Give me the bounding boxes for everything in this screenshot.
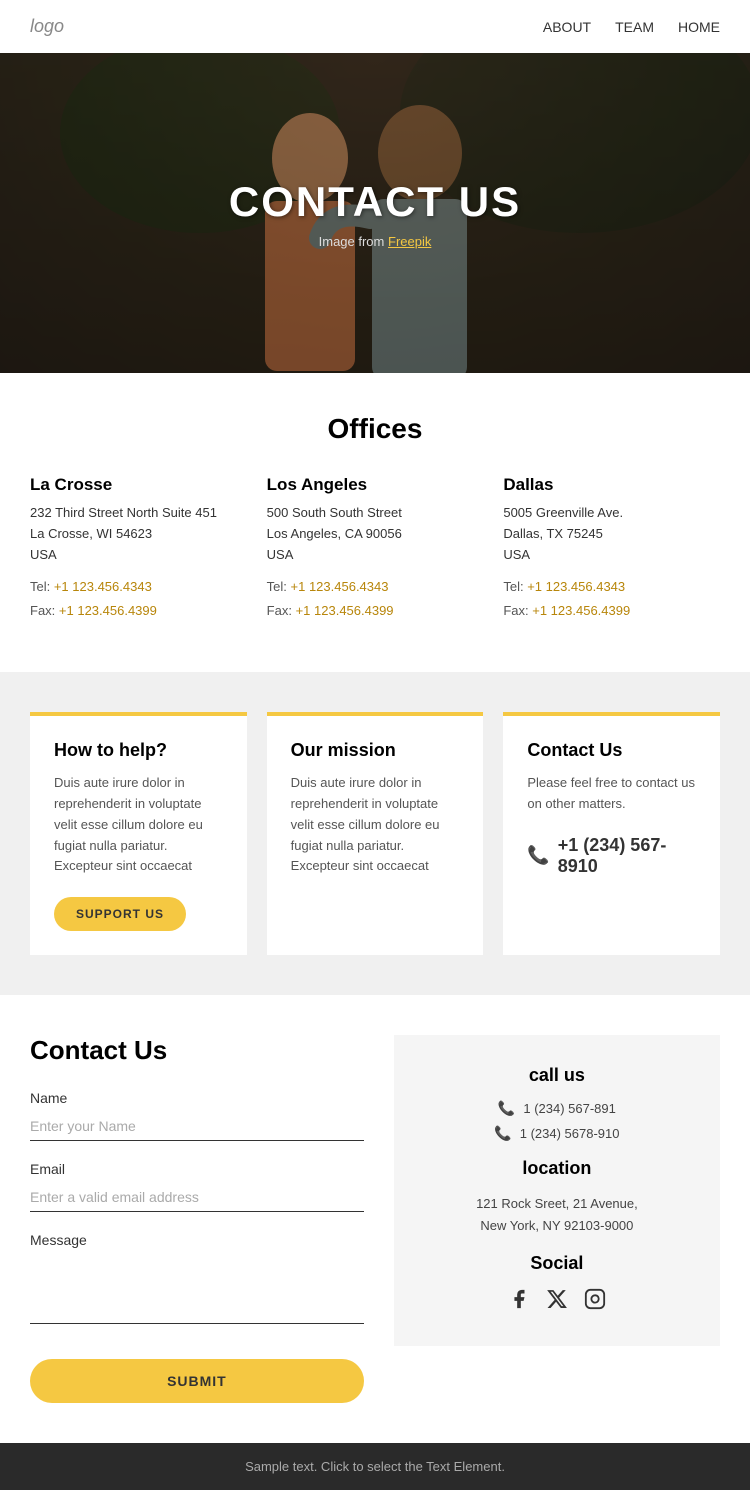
hero-image-credit: Image from (319, 234, 385, 249)
info-card-contact-text: Please feel free to contact us on other … (527, 773, 696, 815)
info-card-help-title: How to help? (54, 740, 223, 761)
nav-about[interactable]: ABOUT (543, 19, 591, 35)
navbar: logo ABOUT TEAM HOME (0, 0, 750, 53)
phone-item-1: 📞 1 (234) 567-891 (418, 1100, 696, 1117)
submit-button[interactable]: SUBMIT (30, 1359, 364, 1403)
phone-icon-2: 📞 (494, 1125, 511, 1142)
logo: logo (30, 16, 64, 37)
office-losangeles-address: 500 South South StreetLos Angeles, CA 90… (267, 503, 484, 565)
message-label: Message (30, 1232, 364, 1248)
info-card-contact: Contact Us Please feel free to contact u… (503, 712, 720, 955)
office-dallas-fax[interactable]: +1 123.456.4399 (532, 603, 630, 618)
office-lacrosse-name: La Crosse (30, 475, 247, 495)
name-input[interactable] (30, 1112, 364, 1141)
office-dallas-tel[interactable]: +1 123.456.4343 (527, 579, 625, 594)
instagram-icon[interactable] (584, 1288, 606, 1316)
info-cards-grid: How to help? Duis aute irure dolor in re… (30, 712, 720, 955)
offices-section: Offices La Crosse 232 Third Street North… (0, 373, 750, 652)
hero-image-source[interactable]: Freepik (388, 234, 431, 249)
info-card-mission: Our mission Duis aute irure dolor in rep… (267, 712, 484, 955)
office-dallas-address: 5005 Greenville Ave.Dallas, TX 75245USA (503, 503, 720, 565)
office-losangeles-name: Los Angeles (267, 475, 484, 495)
footer: Sample text. Click to select the Text El… (0, 1443, 750, 1490)
nav-links: ABOUT TEAM HOME (543, 19, 720, 35)
info-card-contact-title: Contact Us (527, 740, 696, 761)
hero-title: CONTACT US (229, 178, 521, 226)
hero-section: CONTACT US Image from Freepik (0, 53, 750, 373)
nav-home[interactable]: HOME (678, 19, 720, 35)
social-icons (418, 1288, 696, 1316)
office-dallas: Dallas 5005 Greenville Ave.Dallas, TX 75… (503, 475, 720, 622)
message-form-group: Message (30, 1232, 364, 1329)
contact-form-column: Contact Us Name Email Message SUBMIT (30, 1035, 364, 1403)
offices-title: Offices (30, 413, 720, 445)
footer-text: Sample text. Click to select the Text El… (16, 1459, 734, 1474)
info-card-phone: 📞 +1 (234) 567-8910 (527, 835, 696, 877)
phone-item-2: 📞 1 (234) 5678-910 (418, 1125, 696, 1142)
office-dallas-name: Dallas (503, 475, 720, 495)
address-line1: 121 Rock Sreet, 21 Avenue, (476, 1196, 638, 1211)
name-form-group: Name (30, 1090, 364, 1141)
office-lacrosse: La Crosse 232 Third Street North Suite 4… (30, 475, 247, 622)
phone-icon-1: 📞 (498, 1100, 515, 1117)
office-lacrosse-fax[interactable]: +1 123.456.4399 (59, 603, 157, 618)
email-form-group: Email (30, 1161, 364, 1212)
message-textarea[interactable] (30, 1254, 364, 1324)
support-button[interactable]: SUPPORT US (54, 897, 186, 931)
info-card-help: How to help? Duis aute irure dolor in re… (30, 712, 247, 955)
hero-overlay: CONTACT US Image from Freepik (229, 178, 521, 249)
office-dallas-contact: Tel: +1 123.456.4343 Fax: +1 123.456.439… (503, 575, 720, 622)
office-lacrosse-tel[interactable]: +1 123.456.4343 (54, 579, 152, 594)
contact-section: Contact Us Name Email Message SUBMIT cal… (0, 995, 750, 1443)
office-losangeles-tel[interactable]: +1 123.456.4343 (291, 579, 389, 594)
call-us-title: call us (418, 1065, 696, 1086)
x-twitter-icon[interactable] (546, 1288, 568, 1316)
hero-subtitle: Image from Freepik (229, 234, 521, 249)
contact-info-column: call us 📞 1 (234) 567-891 📞 1 (234) 5678… (394, 1035, 720, 1346)
info-card-mission-title: Our mission (291, 740, 460, 761)
office-losangeles-contact: Tel: +1 123.456.4343 Fax: +1 123.456.439… (267, 575, 484, 622)
office-lacrosse-address: 232 Third Street North Suite 451La Cross… (30, 503, 247, 565)
info-card-help-text: Duis aute irure dolor in reprehenderit i… (54, 773, 223, 877)
office-losangeles-fax[interactable]: +1 123.456.4399 (296, 603, 394, 618)
contact-form-title: Contact Us (30, 1035, 364, 1066)
address-line2: New York, NY 92103-9000 (480, 1218, 633, 1233)
offices-grid: La Crosse 232 Third Street North Suite 4… (30, 475, 720, 622)
nav-team[interactable]: TEAM (615, 19, 654, 35)
facebook-icon[interactable] (508, 1288, 530, 1316)
email-label: Email (30, 1161, 364, 1177)
name-label: Name (30, 1090, 364, 1106)
phone-number-1: 1 (234) 567-891 (523, 1101, 616, 1116)
office-lacrosse-contact: Tel: +1 123.456.4343 Fax: +1 123.456.439… (30, 575, 247, 622)
location-title: location (418, 1158, 696, 1179)
phone-icon: 📞 (527, 845, 549, 866)
phone-number-2: 1 (234) 5678-910 (520, 1126, 620, 1141)
info-cards-section: How to help? Duis aute irure dolor in re… (0, 672, 750, 995)
office-losangeles: Los Angeles 500 South South StreetLos An… (267, 475, 484, 622)
social-title: Social (418, 1253, 696, 1274)
location-address: 121 Rock Sreet, 21 Avenue, New York, NY … (418, 1193, 696, 1237)
email-input[interactable] (30, 1183, 364, 1212)
info-card-phone-number: +1 (234) 567-8910 (558, 835, 696, 877)
info-card-mission-text: Duis aute irure dolor in reprehenderit i… (291, 773, 460, 877)
